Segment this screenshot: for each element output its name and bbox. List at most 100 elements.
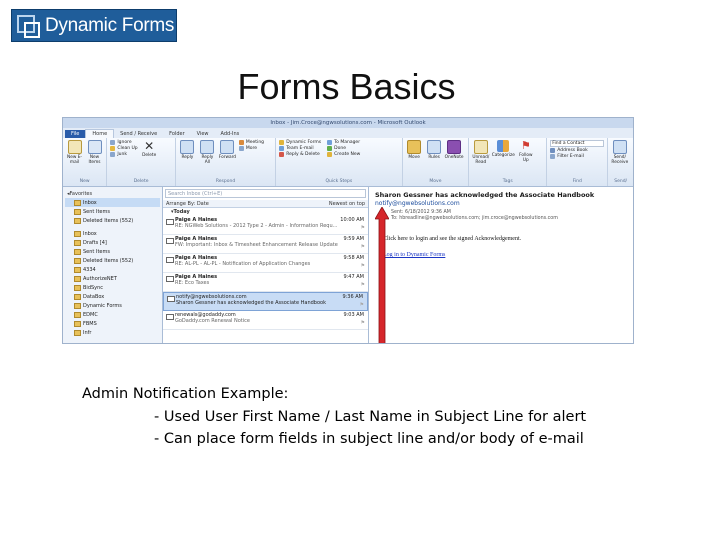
- more-button[interactable]: More: [238, 146, 264, 151]
- quick-step-to-manager[interactable]: To Manager: [327, 140, 360, 145]
- move-button[interactable]: Move: [406, 140, 423, 160]
- send-receive-button[interactable]: Send/ Receive: [611, 140, 628, 165]
- tab-file[interactable]: File: [65, 130, 86, 138]
- favorite-deleted-items[interactable]: Deleted Items (552): [65, 216, 160, 225]
- quick-step-icon: [279, 140, 285, 145]
- quick-step-dynamic-forms[interactable]: Dynamic Forms: [279, 140, 321, 145]
- arrange-bar[interactable]: Arrange By: Date Newest on top: [163, 200, 368, 208]
- folder-authorizenet[interactable]: AuthorizeNET: [65, 274, 160, 283]
- quick-step-team-email[interactable]: Team E-mail: [279, 146, 321, 151]
- onenote-icon: [447, 140, 462, 154]
- ribbon-group-quick-steps: Dynamic Forms Team E-mail Reply & Delete…: [276, 138, 403, 186]
- ignore-icon: [110, 140, 116, 145]
- folder-fbms[interactable]: FBMS: [65, 319, 160, 328]
- email-subject: Sharon Gessner has acknowledged the Asso…: [375, 191, 595, 199]
- message-row[interactable]: Paige A Haines 9:59 AM FW: Important: Inb…: [163, 235, 368, 254]
- envelope-icon: [166, 314, 174, 320]
- quick-step-icon: [279, 152, 285, 157]
- flag-icon[interactable]: ⚑: [361, 282, 365, 288]
- tab-home[interactable]: Home: [85, 129, 115, 138]
- ribbon-group-move: Move Rules OneNote Move: [403, 138, 470, 186]
- message-row[interactable]: Paige A Haines 9:47 AM RE: Eco Taxes ⚑: [163, 273, 368, 292]
- reply-all-button[interactable]: Reply All: [199, 140, 216, 165]
- ribbon-group-new: New E-mail New Items New: [63, 138, 108, 186]
- flag-icon[interactable]: ⚑: [361, 263, 365, 269]
- junk-button[interactable]: Junk: [110, 152, 137, 157]
- tab-add-ins[interactable]: Add-Ins: [215, 130, 246, 138]
- reply-button[interactable]: Reply: [179, 140, 196, 160]
- folder-inbox[interactable]: Inbox: [65, 229, 160, 238]
- message-row[interactable]: Paige A Haines 9:58 AM RE: AL-PL - AL-PL …: [163, 254, 368, 273]
- ribbon-group-respond: Reply Reply All Forward Meeting More Res…: [176, 138, 277, 186]
- folder-icon: [74, 248, 81, 255]
- onenote-button[interactable]: OneNote: [445, 140, 464, 160]
- meeting-icon: [238, 140, 244, 145]
- message-row-selected[interactable]: notify@ngwebsolutions.com 9:36 AM Sharon …: [163, 292, 368, 311]
- tab-folder[interactable]: Folder: [163, 130, 190, 138]
- group-today[interactable]: ▾ Today: [163, 208, 368, 216]
- ignore-button[interactable]: Ignore: [110, 140, 137, 145]
- ribbon: New E-mail New Items New Ignore Clean Up…: [63, 138, 633, 187]
- new-items-button[interactable]: New Items: [86, 140, 103, 165]
- unread-read-button[interactable]: Unread/ Read: [472, 140, 489, 165]
- login-link[interactable]: Log in to Dynamic Forms: [375, 252, 627, 258]
- flag-icon[interactable]: ⚑: [360, 302, 364, 308]
- new-items-icon: [87, 140, 102, 154]
- folder-icon: [74, 266, 81, 273]
- rules-icon: [427, 140, 442, 154]
- categorize-icon: [497, 140, 510, 152]
- folder-icon: [74, 320, 81, 327]
- dynamic-forms-logo: Dynamic Forms: [11, 9, 177, 42]
- flag-icon[interactable]: ⚑: [361, 244, 365, 250]
- flag-icon[interactable]: ⚑: [361, 320, 365, 326]
- reply-all-icon: [200, 140, 215, 154]
- delete-button[interactable]: ✕ Delete: [141, 140, 158, 158]
- outlook-screenshot: Inbox - Jim.Croce@ngwsolutions.com - Mic…: [62, 117, 634, 344]
- favorites-header[interactable]: ◂ Favorites: [65, 189, 160, 198]
- slide-title: Forms Basics: [237, 66, 456, 107]
- folder-4334[interactable]: 4334: [65, 265, 160, 274]
- more-icon: [238, 146, 244, 151]
- address-book-button[interactable]: Address Book: [550, 148, 604, 153]
- quick-step-create-new[interactable]: Create New: [327, 152, 360, 157]
- quick-step-reply-delete[interactable]: Reply & Delete: [279, 152, 321, 157]
- folder-deleted-items[interactable]: Deleted Items (552): [65, 256, 160, 265]
- folder-databox[interactable]: DataBox: [65, 292, 160, 301]
- forward-button[interactable]: Forward: [219, 140, 236, 160]
- message-row[interactable]: renewals@godaddy.com 9:03 AM GoDaddy.com …: [163, 311, 368, 330]
- new-email-button[interactable]: New E-mail: [66, 140, 83, 165]
- clean-up-button[interactable]: Clean Up: [110, 146, 138, 151]
- folder-edmc[interactable]: EDMC: [65, 310, 160, 319]
- folder-bidsync[interactable]: BidSync: [65, 283, 160, 292]
- unread-icon: [473, 140, 488, 154]
- rules-button[interactable]: Rules: [426, 140, 443, 160]
- search-input[interactable]: Search Inbox (Ctrl+E): [165, 189, 366, 198]
- junk-icon: [110, 152, 116, 157]
- favorite-inbox[interactable]: Inbox: [65, 198, 160, 207]
- folder-dynamic-forms[interactable]: Dynamic Forms: [65, 301, 160, 310]
- folder-sent-items[interactable]: Sent Items: [65, 247, 160, 256]
- envelope-icon: [166, 257, 174, 263]
- logo-mark-icon: [17, 14, 40, 38]
- email-sender[interactable]: notify@ngwebsolutions.com: [375, 200, 627, 207]
- favorite-sent-items[interactable]: Sent Items: [65, 207, 160, 216]
- message-row[interactable]: Paige A Haines 10:00 AM RE: NGWeb Solutio…: [163, 216, 368, 235]
- tab-send-receive[interactable]: Send / Receive: [114, 130, 163, 138]
- folder-infr[interactable]: Infr: [65, 328, 160, 337]
- follow-up-button[interactable]: ⚑ Follow Up: [517, 140, 534, 164]
- quick-step-icon: [327, 140, 333, 145]
- quick-step-done[interactable]: Done: [327, 146, 360, 151]
- folder-icon: [74, 275, 81, 282]
- categorize-button[interactable]: Categorize: [492, 140, 515, 158]
- quick-step-icon: [327, 152, 333, 157]
- tab-view[interactable]: View: [191, 130, 215, 138]
- find-contact-input[interactable]: Find a Contact: [550, 140, 605, 147]
- filter-email-button[interactable]: Filter E-mail: [550, 154, 604, 159]
- navigation-pane: ◂ Favorites Inbox Sent Items Deleted Ite…: [63, 187, 163, 343]
- folder-icon: [74, 239, 81, 246]
- folder-drafts[interactable]: Drafts [4]: [65, 238, 160, 247]
- envelope-icon: [167, 296, 175, 302]
- meeting-button[interactable]: Meeting: [238, 140, 264, 145]
- ribbon-group-delete: Ignore Clean Up Junk ✕ Delete Delete: [107, 138, 176, 186]
- flag-icon[interactable]: ⚑: [361, 225, 365, 231]
